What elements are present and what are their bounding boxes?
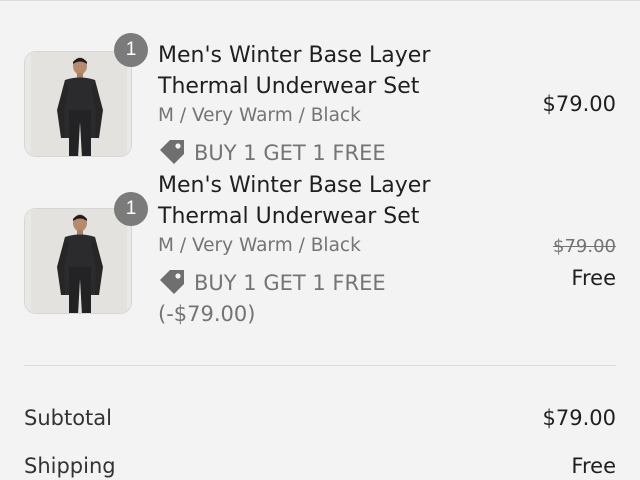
discount-row: BUY 1 GET 1 FREE: [158, 138, 458, 169]
discount-row: BUY 1 GET 1 FREE (-$79.00): [158, 268, 458, 330]
line-price: Free: [571, 266, 616, 290]
shipping-label: Shipping: [24, 454, 116, 478]
top-divider: [0, 0, 640, 1]
discount-label: BUY 1 GET 1 FREE: [194, 141, 386, 165]
discount-tag-icon: [160, 270, 184, 294]
product-variant: M / Very Warm / Black: [158, 105, 361, 126]
product-thumbnail[interactable]: [24, 208, 132, 314]
product-title[interactable]: Men's Winter Base Layer Thermal Underwea…: [158, 40, 498, 102]
discount-tag-icon: [160, 140, 184, 164]
product-thumbnail[interactable]: [24, 51, 132, 157]
subtotal-value: $79.00: [542, 406, 616, 430]
product-title[interactable]: Men's Winter Base Layer Thermal Underwea…: [158, 170, 498, 232]
product-photo-icon: [25, 52, 131, 156]
product-variant: M / Very Warm / Black: [158, 235, 361, 256]
quantity-badge: 1: [114, 192, 148, 226]
summary-divider: [24, 365, 616, 366]
line-price: $79.00: [542, 92, 616, 116]
shipping-value: Free: [571, 454, 616, 478]
subtotal-label: Subtotal: [24, 406, 112, 430]
product-photo-icon: [25, 209, 131, 313]
original-price: $79.00: [553, 236, 616, 257]
discount-label: BUY 1 GET 1 FREE (-$79.00): [158, 271, 386, 326]
quantity-badge: 1: [114, 33, 148, 67]
